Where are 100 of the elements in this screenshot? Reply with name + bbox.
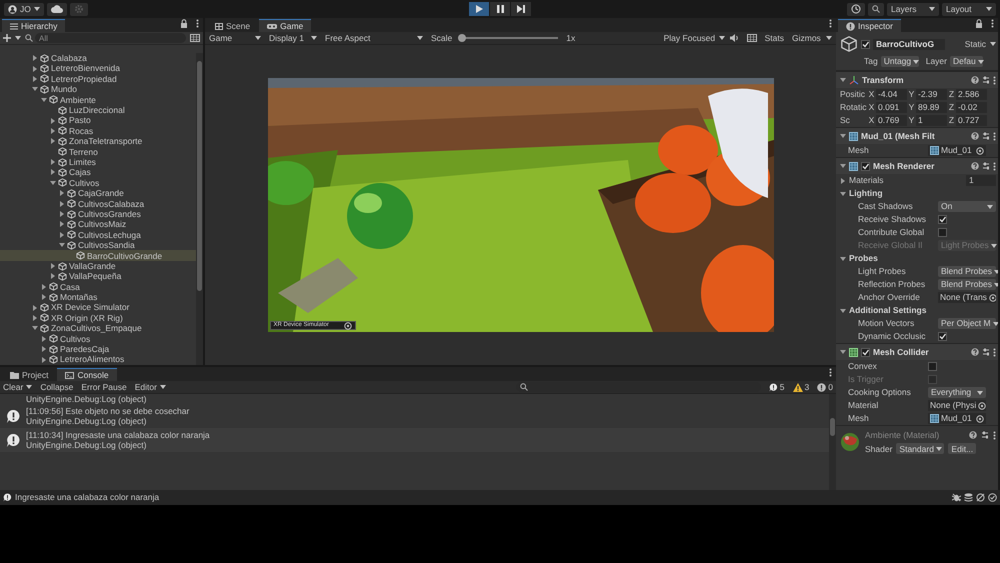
checkbox[interactable] bbox=[861, 348, 870, 356]
layers-dropdown[interactable]: Layers bbox=[887, 2, 939, 16]
more-icon[interactable] bbox=[991, 19, 994, 28]
expand-arrow-icon[interactable] bbox=[50, 263, 56, 269]
object-field[interactable]: None (Trans bbox=[938, 292, 996, 303]
number-field[interactable]: 1 bbox=[916, 115, 947, 126]
dropdown[interactable]: Blend Probes bbox=[938, 266, 996, 277]
edit-button[interactable]: Edit... bbox=[948, 443, 976, 454]
tree-item[interactable]: VallaGrande bbox=[0, 260, 196, 272]
dropdown[interactable]: On bbox=[938, 201, 996, 212]
toolbar-button[interactable]: Collapse bbox=[40, 382, 74, 392]
history-button[interactable] bbox=[847, 2, 865, 16]
tree-item[interactable]: Terreno bbox=[0, 146, 196, 157]
number-field[interactable]: -2.39 bbox=[916, 89, 947, 100]
expand-arrow-icon[interactable] bbox=[41, 356, 47, 363]
expand-arrow-icon[interactable] bbox=[59, 211, 65, 218]
expand-arrow-icon[interactable] bbox=[50, 118, 56, 124]
more-icon[interactable] bbox=[993, 162, 996, 170]
speaker-icon[interactable] bbox=[730, 34, 739, 42]
static-dropdown[interactable]: Static bbox=[964, 38, 996, 50]
checkbox[interactable] bbox=[928, 362, 937, 371]
search-button[interactable] bbox=[868, 2, 884, 16]
play-button[interactable] bbox=[469, 2, 489, 16]
search-field[interactable]: All bbox=[35, 33, 186, 43]
expand-arrow-icon[interactable] bbox=[50, 180, 56, 186]
panel-tab[interactable]: Game bbox=[259, 19, 312, 32]
object-field[interactable]: Mud_01 bbox=[928, 413, 986, 424]
tree-item[interactable]: Rocas bbox=[0, 126, 196, 136]
help-icon[interactable] bbox=[971, 162, 979, 170]
expand-arrow-icon[interactable] bbox=[840, 178, 846, 184]
tree-item[interactable]: Pasto bbox=[0, 115, 196, 126]
checkbox[interactable] bbox=[861, 162, 870, 170]
preset-icon[interactable] bbox=[981, 431, 989, 440]
tree-item[interactable]: Cajas bbox=[0, 167, 196, 178]
component-header[interactable]: Mesh Renderer bbox=[836, 157, 998, 174]
panel-tab[interactable]: Inspector bbox=[838, 19, 901, 32]
number-field[interactable]: 2.586 bbox=[956, 89, 987, 100]
tree-item[interactable]: CultivosSandia bbox=[0, 240, 196, 250]
tree-item[interactable]: CajaGrande bbox=[0, 188, 196, 198]
expand-arrow-icon[interactable] bbox=[50, 159, 56, 166]
cloud-button[interactable] bbox=[46, 2, 67, 16]
step-button[interactable] bbox=[511, 2, 531, 16]
more-icon[interactable] bbox=[993, 132, 996, 140]
account-button[interactable]: JO bbox=[4, 2, 44, 16]
expand-arrow-icon[interactable] bbox=[41, 284, 47, 290]
component-header[interactable]: Mesh Collider bbox=[836, 343, 998, 360]
expand-arrow-icon[interactable] bbox=[59, 242, 65, 248]
number-field[interactable]: -0.02 bbox=[956, 102, 987, 113]
panel-tab[interactable]: Project bbox=[2, 368, 56, 381]
log-filter-toggle[interactable]: 0 bbox=[817, 382, 833, 392]
add-button[interactable] bbox=[3, 34, 21, 42]
tree-item[interactable]: ZonaCultivos_Empaque bbox=[0, 323, 196, 334]
more-icon[interactable] bbox=[993, 76, 996, 84]
target-icon[interactable] bbox=[976, 414, 984, 422]
expand-arrow-icon[interactable] bbox=[41, 96, 47, 103]
aspect-dropdown[interactable]: Free Aspect bbox=[325, 32, 423, 44]
gizmos-dropdown[interactable]: Gizmos bbox=[792, 32, 832, 44]
more-icon[interactable] bbox=[993, 348, 996, 356]
view-mode-dropdown[interactable]: Game bbox=[209, 32, 261, 44]
expand-arrow-icon[interactable] bbox=[32, 66, 38, 72]
preset-icon[interactable] bbox=[982, 132, 990, 140]
number-field[interactable]: 89.89 bbox=[916, 102, 947, 113]
stats-button[interactable]: Stats bbox=[764, 32, 784, 44]
component-header[interactable]: Transform bbox=[836, 71, 998, 88]
layer-dropdown[interactable]: Defau bbox=[950, 56, 983, 67]
play-mode-dropdown[interactable]: Play Focused bbox=[664, 32, 722, 44]
panel-tab[interactable]: Console bbox=[57, 368, 117, 381]
object-field[interactable]: None (Physi bbox=[928, 400, 986, 411]
scrollbar[interactable] bbox=[829, 394, 836, 490]
tree-item[interactable]: Mundo bbox=[0, 84, 196, 95]
checkbox[interactable] bbox=[938, 332, 947, 341]
expand-arrow-icon[interactable] bbox=[41, 294, 47, 300]
number-field[interactable]: 1 bbox=[966, 175, 996, 186]
number-field[interactable]: 0.727 bbox=[956, 115, 987, 126]
checkbox[interactable] bbox=[938, 228, 947, 237]
more-icon[interactable] bbox=[993, 430, 996, 440]
layout-dropdown[interactable]: Layout bbox=[942, 2, 996, 16]
toolbar-button[interactable]: Error Pause bbox=[81, 382, 127, 392]
preset-icon[interactable] bbox=[982, 162, 990, 170]
tree-item[interactable]: CultivosLechuga bbox=[0, 230, 196, 240]
display-dropdown[interactable]: Display 1 bbox=[269, 32, 317, 44]
preset-icon[interactable] bbox=[982, 76, 990, 84]
more-icon[interactable] bbox=[829, 368, 832, 377]
tree-item[interactable]: XR Device Simulator bbox=[0, 302, 196, 313]
tree-item[interactable]: CultivosCalabaza bbox=[0, 198, 196, 209]
tree-item[interactable]: Ambiente bbox=[0, 94, 196, 105]
dropdown[interactable]: Blend Probes bbox=[938, 279, 996, 290]
help-icon[interactable] bbox=[969, 431, 977, 440]
expand-arrow-icon[interactable] bbox=[32, 55, 38, 62]
target-icon[interactable] bbox=[988, 294, 996, 302]
expand-arrow-icon[interactable] bbox=[50, 138, 56, 144]
log-entry[interactable]: [11:09:56] Este objeto no se debe cosechar UnityEngine.Debug:Log (object) bbox=[0, 404, 829, 428]
target-icon[interactable] bbox=[976, 146, 984, 154]
help-icon[interactable] bbox=[971, 348, 979, 356]
expand-arrow-icon[interactable] bbox=[50, 169, 56, 176]
target-icon[interactable] bbox=[344, 322, 352, 330]
dropdown[interactable]: Everything bbox=[928, 387, 986, 398]
expand-arrow-icon[interactable] bbox=[32, 304, 38, 311]
help-icon[interactable] bbox=[971, 132, 979, 140]
checkbox[interactable] bbox=[938, 215, 947, 224]
